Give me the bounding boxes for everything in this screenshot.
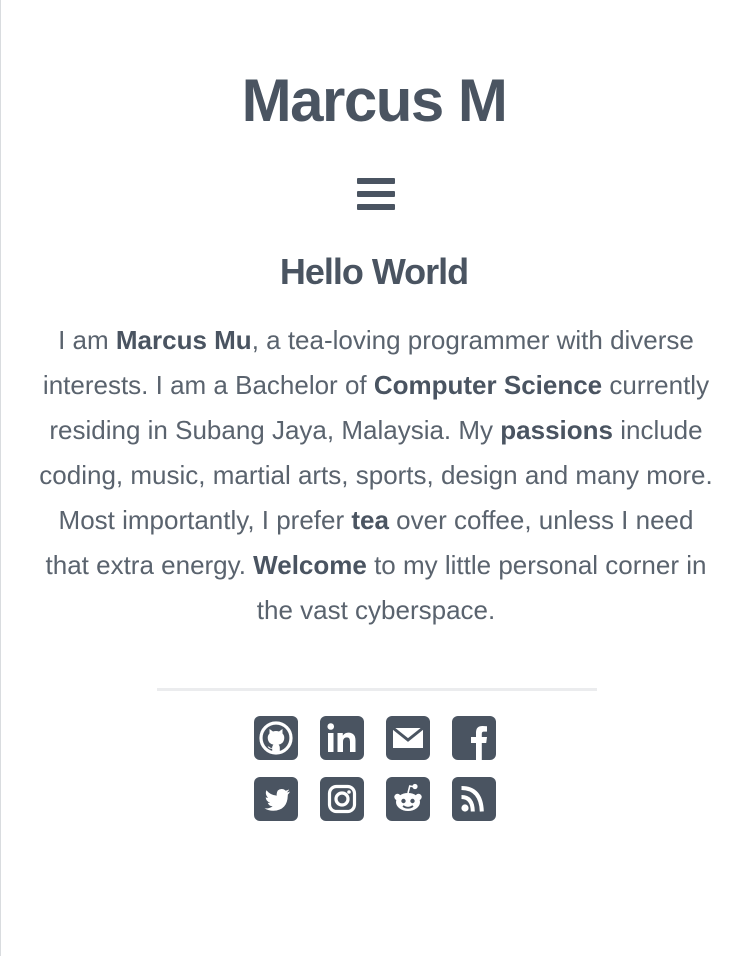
twitter-icon[interactable] bbox=[254, 777, 298, 821]
linkedin-icon[interactable] bbox=[320, 716, 364, 760]
intro-passions: passions bbox=[500, 415, 613, 445]
page-edge bbox=[0, 0, 1, 956]
social-row bbox=[254, 777, 498, 821]
intro-paragraph: I am Marcus Mu, a tea-loving programmer … bbox=[34, 318, 718, 633]
intro-degree: Computer Science bbox=[373, 370, 603, 400]
intro-text: I am bbox=[58, 325, 116, 355]
intro-name: Marcus Mu bbox=[115, 325, 252, 355]
page-heading: Hello World bbox=[279, 251, 469, 292]
facebook-icon[interactable] bbox=[452, 716, 496, 760]
site-title[interactable]: Marcus M bbox=[0, 66, 748, 136]
menu-bar bbox=[357, 178, 395, 184]
email-icon[interactable] bbox=[386, 716, 430, 760]
github-icon[interactable] bbox=[254, 716, 298, 760]
intro-welcome: Welcome bbox=[253, 550, 367, 580]
menu-bar bbox=[357, 204, 395, 210]
reddit-icon[interactable] bbox=[386, 777, 430, 821]
hamburger-menu-icon[interactable] bbox=[357, 176, 395, 212]
intro-tea: tea bbox=[351, 505, 389, 535]
instagram-icon[interactable] bbox=[320, 777, 364, 821]
rss-icon[interactable] bbox=[452, 777, 496, 821]
menu-bar bbox=[357, 191, 395, 197]
divider bbox=[157, 688, 597, 691]
social-links bbox=[254, 716, 498, 838]
social-row bbox=[254, 716, 498, 760]
